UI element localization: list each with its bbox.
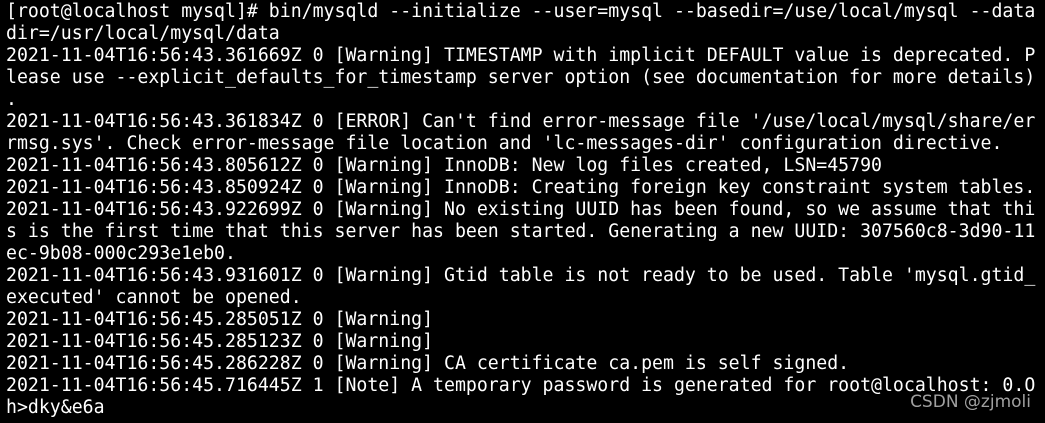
terminal-line-output: executed' cannot be opened.	[6, 287, 302, 308]
terminal-line-output: 2021-11-04T16:56:45.285051Z 0 [Warning]	[6, 309, 434, 330]
terminal-line-output: 2021-11-04T16:56:43.361669Z 0 [Warning] …	[6, 45, 1036, 66]
terminal-line-output: 2021-11-04T16:56:45.285123Z 0 [Warning]	[6, 331, 434, 352]
terminal-line-error: 2021-11-04T16:56:43.361834Z 0 [ERROR] Ca…	[6, 111, 1036, 132]
terminal-line-command: [root@localhost mysql]# bin/mysqld --ini…	[6, 1, 1036, 22]
terminal-line-output: lease use --explicit_defaults_for_timest…	[6, 67, 1036, 88]
terminal-line-output: 2021-11-04T16:56:43.922699Z 0 [Warning] …	[6, 199, 1036, 220]
csdn-watermark: CSDN @zjmoli	[910, 392, 1031, 412]
terminal-line-command-wrap: dir=/usr/local/mysql/data	[6, 23, 280, 44]
terminal-line-output: s is the first time that this server has…	[6, 221, 1036, 242]
terminal-line-temp-password-wrap: h>dky&e6a	[6, 397, 105, 418]
terminal-line-output: ec-9b08-000c293e1eb0.	[6, 243, 236, 264]
terminal-line-error: rmsg.sys'. Check error-message file loca…	[6, 133, 1003, 154]
terminal-line-output: .	[6, 89, 17, 110]
terminal-line-output: 2021-11-04T16:56:43.931601Z 0 [Warning] …	[6, 265, 1036, 286]
terminal-line-output: 2021-11-04T16:56:43.805612Z 0 [Warning] …	[6, 155, 882, 176]
terminal-line-output: 2021-11-04T16:56:45.286228Z 0 [Warning] …	[6, 353, 850, 374]
terminal-line-output: 2021-11-04T16:56:43.850924Z 0 [Warning] …	[6, 177, 1036, 198]
terminal-line-temp-password: 2021-11-04T16:56:45.716445Z 1 [Note] A t…	[6, 375, 1036, 396]
terminal-window[interactable]: [root@localhost mysql]# bin/mysqld --ini…	[0, 0, 1045, 423]
